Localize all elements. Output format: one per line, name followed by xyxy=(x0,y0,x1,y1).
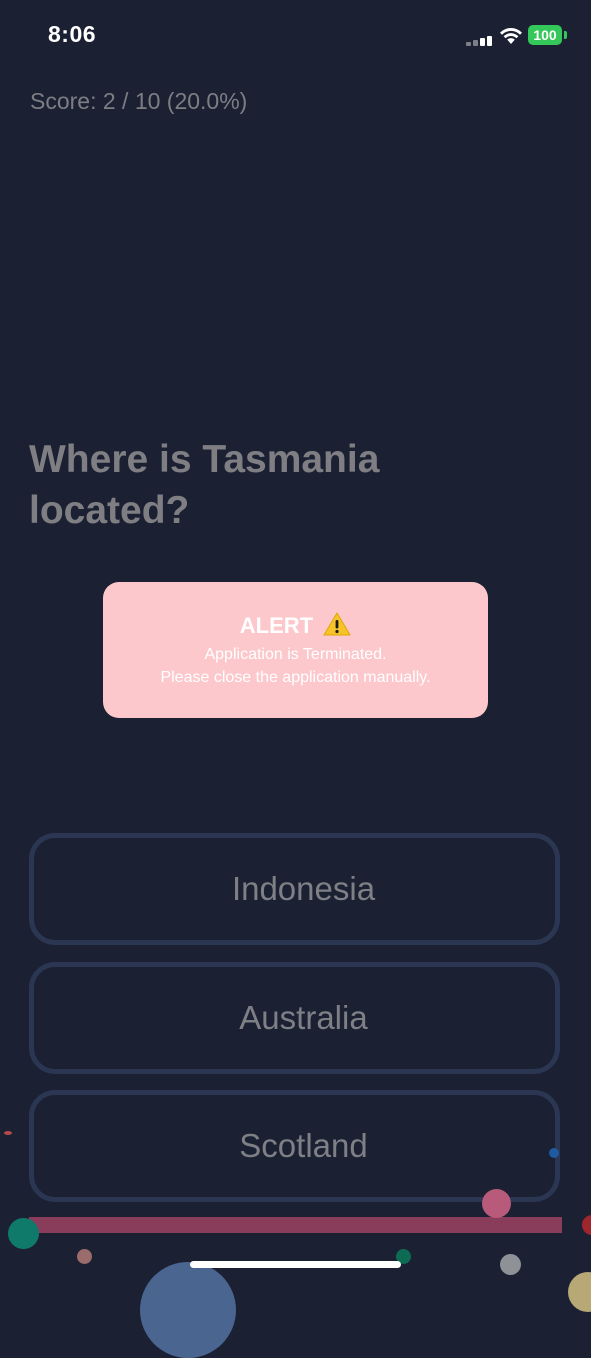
alert-title: ALERT xyxy=(103,612,488,639)
answer-option-australia[interactable]: Australia xyxy=(29,962,560,1074)
alert-toast: ALERT Application is Terminated. Please … xyxy=(103,582,488,718)
confetti-dot xyxy=(500,1254,521,1275)
answer-option-indonesia[interactable]: Indonesia xyxy=(29,833,560,945)
confetti-dot xyxy=(8,1218,39,1249)
status-time: 8:06 xyxy=(48,21,97,47)
answer-option-label: Australia xyxy=(239,999,368,1036)
answer-option-label: Scotland xyxy=(239,1127,368,1164)
answer-option-label: Indonesia xyxy=(231,870,376,907)
battery-icon: 100 xyxy=(528,25,562,45)
alert-message-line-2: Please close the application manually. xyxy=(160,669,431,686)
progress-bar xyxy=(29,1217,562,1233)
score-label: Score: 2 / 10 (20.0%) xyxy=(30,88,248,114)
battery-tip xyxy=(564,31,567,39)
confetti-dot xyxy=(568,1272,591,1312)
confetti-dot xyxy=(77,1249,92,1264)
answer-option-scotland[interactable]: Scotland xyxy=(29,1090,560,1202)
alert-message-line-1: Application is Terminated. xyxy=(204,646,387,663)
confetti-dot xyxy=(482,1189,511,1218)
alert-title-text: ALERT xyxy=(239,613,314,638)
confetti-dot xyxy=(582,1215,591,1235)
home-indicator[interactable] xyxy=(190,1261,401,1268)
question-text: Where is Tasmania located? xyxy=(29,438,380,532)
confetti-dot xyxy=(549,1148,559,1158)
confetti-dot xyxy=(4,1131,12,1135)
confetti-dot xyxy=(140,1262,236,1358)
signal-icon xyxy=(466,36,494,46)
warning-icon xyxy=(323,612,351,636)
status-bar: 8:06 100 xyxy=(0,0,591,70)
wifi-icon xyxy=(500,28,522,44)
